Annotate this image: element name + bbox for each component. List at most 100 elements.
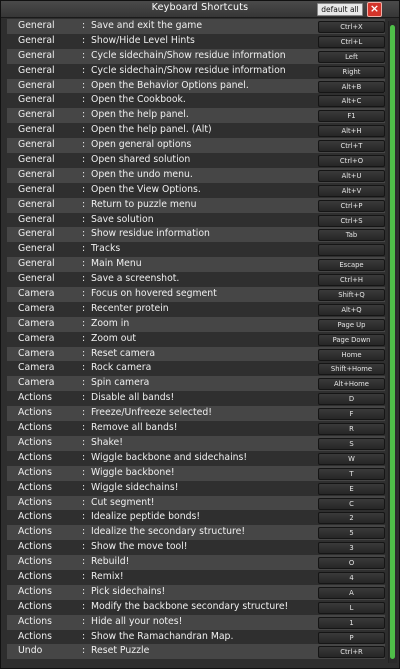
shortcut-row: Camera: Focus on hovered segment Shift+Q [7,287,385,302]
shortcut-key-button[interactable]: Tab [318,229,385,242]
shortcut-key-button[interactable]: O [318,557,385,570]
shortcut-key-button[interactable]: 4 [318,571,385,584]
shortcut-key-button[interactable]: Page Down [318,333,385,346]
shortcut-key-button[interactable]: W [318,452,385,465]
shortcut-key-button[interactable]: R [318,423,385,436]
shortcut-key-button[interactable]: Escape [318,259,385,272]
shortcut-row: Actions: Freeze/Unfreeze selected! F [7,406,385,422]
shortcut-separator: : [82,526,86,538]
shortcut-category: General [18,94,55,106]
shortcut-row: Actions: Idealize peptide bonds! 2 [7,510,385,526]
shortcut-key-button[interactable]: Alt+U [318,169,385,182]
shortcut-action: Disable all bands! [91,392,175,404]
shortcut-key-button[interactable]: 5 [318,527,385,540]
shortcut-row: General: Open the Cookbook. Alt+C [7,93,385,109]
shortcut-key-button[interactable]: Page Up [318,318,385,331]
shortcut-key-button[interactable]: Ctrl+T [318,140,385,153]
shortcut-key-button[interactable]: Left [318,50,385,63]
shortcut-separator: : [82,20,86,31]
shortcut-row: Camera: Recenter protein Alt+Q [7,301,385,317]
shortcut-category: Actions [18,481,52,493]
shortcut-separator: : [82,258,86,270]
shortcut-key-button[interactable]: Right [318,65,385,78]
shortcut-key-button[interactable]: C [318,497,385,510]
shortcut-key-button[interactable] [318,244,385,257]
close-button[interactable]: × [367,2,382,17]
shortcut-key-button[interactable]: T [318,467,385,480]
shortcut-key-button[interactable]: 3 [318,542,385,555]
close-icon: × [369,2,380,15]
shortcut-separator: : [82,49,86,61]
preset-selector[interactable]: default all [317,3,363,16]
shortcut-category: General [18,213,55,225]
shortcut-key-button[interactable]: L [318,601,385,614]
shortcut-key-button[interactable]: Ctrl+X [318,21,385,33]
shortcut-row: Actions: Show the Ramachandran Map. P [7,629,385,645]
shortcut-key-button[interactable]: Alt+H [318,125,385,138]
shortcut-key-button[interactable]: Alt+C [318,95,385,108]
shortcut-separator: : [82,139,86,151]
shortcut-row: General: Save a screenshot. Ctrl+H [7,272,385,288]
shortcut-category: General [18,34,55,46]
shortcut-row: General: Open the View Options. Alt+V [7,182,385,198]
shortcut-category: Actions [18,541,52,553]
shortcut-key-button[interactable]: Ctrl+O [318,155,385,168]
shortcut-category: Actions [18,630,52,642]
shortcut-separator: : [82,168,86,180]
shortcut-action: Wiggle backbone and sidechains! [91,451,248,463]
shortcut-key-button[interactable]: Ctrl+R [318,646,385,659]
shortcut-action: Save a screenshot. [91,273,180,285]
shortcut-key-button[interactable]: Home [318,348,385,361]
shortcut-separator: : [82,541,86,553]
scrollbar[interactable] [388,21,397,663]
shortcut-category: Camera [18,377,55,389]
shortcut-key-button[interactable]: Ctrl+P [318,199,385,212]
shortcut-key-button[interactable]: E [318,482,385,495]
shortcut-category: Actions [18,600,52,612]
shortcut-row: General: Open general options Ctrl+T [7,138,385,154]
shortcut-category: General [18,79,55,91]
shortcut-action: Open shared solution [91,154,191,166]
shortcut-key-button[interactable]: Alt+Home [318,378,385,391]
shortcut-action: Spin camera [91,377,150,389]
shortcut-key-button[interactable]: P [318,631,385,644]
shortcut-action: Rebuild! [91,556,130,568]
shortcut-category: Actions [18,556,52,568]
shortcut-row: Camera: Rock camera Shift+Home [7,361,385,377]
shortcut-separator: : [82,615,86,627]
shortcut-action: Tracks [91,243,121,255]
title-bar: Keyboard Shortcuts default all × [1,1,399,18]
shortcut-key-button[interactable]: F [318,408,385,421]
shortcut-key-button[interactable]: 1 [318,616,385,629]
shortcut-key-button[interactable]: Ctrl+L [318,35,385,48]
shortcut-separator: : [82,64,86,76]
shortcut-category: Actions [18,407,52,419]
shortcut-separator: : [82,645,86,657]
shortcut-key-button[interactable]: Alt+B [318,80,385,93]
shortcut-separator: : [82,273,86,285]
shortcut-action: Return to puzzle menu [91,198,197,210]
shortcut-key-button[interactable]: Alt+Q [318,303,385,316]
shortcut-key-button[interactable]: F1 [318,110,385,123]
shortcut-key-button[interactable]: Shift+Home [318,363,385,376]
shortcut-category: Actions [18,570,52,582]
shortcut-action: Save solution [91,213,154,225]
shortcut-key-button[interactable]: Ctrl+H [318,274,385,287]
shortcut-key-button[interactable]: D [318,393,385,406]
shortcut-action: Remove all bands! [91,422,178,434]
shortcut-key-button[interactable]: Ctrl+S [318,214,385,227]
shortcut-key-button[interactable]: 2 [318,512,385,525]
shortcut-row: Actions: Modify the backbone secondary st… [7,599,385,615]
shortcut-key-button[interactable]: S [318,437,385,450]
shortcut-key-button[interactable]: A [318,586,385,599]
shortcut-separator: : [82,288,86,300]
shortcut-key-button[interactable]: Alt+V [318,184,385,197]
shortcut-separator: : [82,600,86,612]
shortcut-row: General: Open the help panel. F1 [7,108,385,124]
shortcut-action: Open the help panel. (Alt) [91,124,212,136]
scrollbar-thumb[interactable] [390,25,395,659]
shortcut-action: Open the Cookbook. [91,94,186,106]
shortcut-action: Wiggle sidechains! [91,481,179,493]
shortcut-key-button[interactable]: Shift+Q [318,289,385,302]
shortcut-separator: : [82,347,86,359]
